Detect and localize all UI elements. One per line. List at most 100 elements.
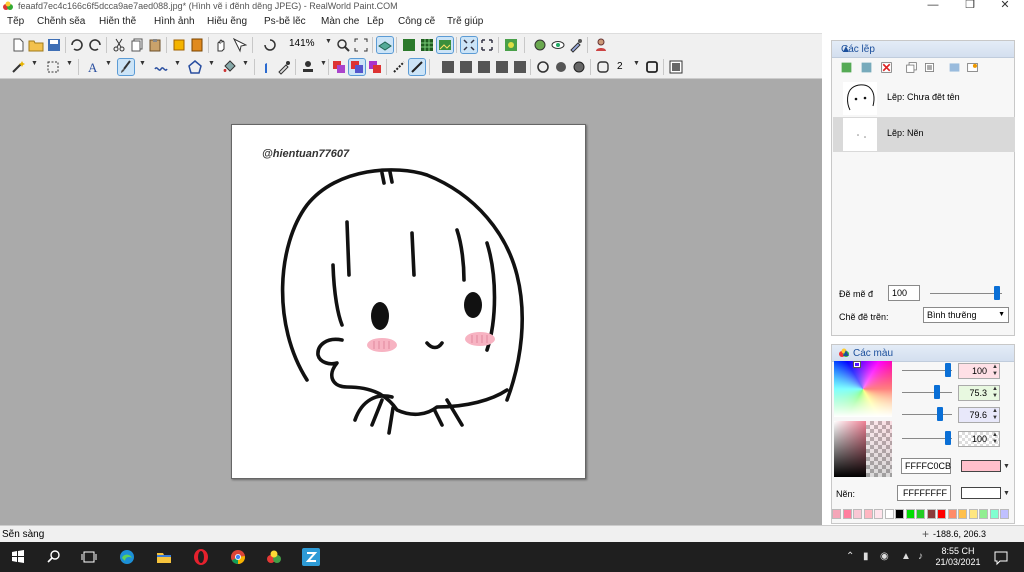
selection-corners-icon[interactable] xyxy=(460,36,478,54)
palette-swatch[interactable] xyxy=(874,509,883,519)
value-slider-2-thumb[interactable] xyxy=(934,385,940,399)
brush-tool-icon[interactable] xyxy=(117,58,135,76)
menu-layer[interactable]: Lẽp xyxy=(367,16,384,27)
resize-icon[interactable] xyxy=(189,37,205,53)
move-layer-icon[interactable] xyxy=(948,61,961,74)
value-slider-3-thumb[interactable] xyxy=(937,407,943,421)
battery-icon[interactable]: ▮ xyxy=(863,551,869,562)
layer-row[interactable]: Lẽp: Chưa đẽt tên xyxy=(833,81,1015,116)
shape-outline-icon[interactable] xyxy=(535,59,551,75)
system-clock[interactable]: 8:55 CH 21/03/2021 xyxy=(935,546,981,568)
close-icon[interactable]: ✕ xyxy=(990,0,1020,11)
zoom-in-icon[interactable] xyxy=(335,37,351,53)
value-slider-2[interactable] xyxy=(902,392,952,393)
eyedropper-icon[interactable] xyxy=(276,59,292,75)
blend-screen-icon[interactable] xyxy=(367,59,383,75)
palette-swatch[interactable] xyxy=(853,509,862,519)
collapse-icon[interactable]: ▲ xyxy=(841,44,1008,55)
fit-window-icon[interactable] xyxy=(353,37,369,53)
squiggle-tool-icon[interactable] xyxy=(153,59,169,75)
palette-swatch[interactable] xyxy=(895,509,904,519)
layer-row[interactable]: Lẽp: Nẽn xyxy=(833,117,1015,152)
menu-file[interactable]: Tẽp xyxy=(7,16,24,27)
opera-browser-icon[interactable] xyxy=(192,548,210,566)
palette-swatch[interactable] xyxy=(947,509,957,519)
blend-multiply-icon[interactable] xyxy=(348,58,366,76)
crop-icon[interactable] xyxy=(171,37,187,53)
brush-shape-3-icon[interactable] xyxy=(476,59,492,75)
fill-dropdown-icon[interactable]: ▼ xyxy=(242,60,249,67)
layers-toggle-icon[interactable] xyxy=(376,36,394,54)
value-input-4[interactable]: 100 ▲ ▼ xyxy=(958,431,1000,447)
palette-swatch[interactable] xyxy=(958,509,967,519)
text-dropdown-icon[interactable]: ▼ xyxy=(105,60,112,67)
minimize-icon[interactable]: — xyxy=(918,0,948,11)
notification-icon[interactable] xyxy=(992,548,1010,566)
magic-wand-icon[interactable] xyxy=(10,59,26,75)
squiggle-dropdown-icon[interactable]: ▼ xyxy=(174,60,181,67)
pipette-icon[interactable] xyxy=(568,37,584,53)
new-file-icon[interactable] xyxy=(10,37,26,53)
blend-mode-select[interactable]: Bình thưẽng ▼ xyxy=(923,307,1009,323)
wand-dropdown-icon[interactable]: ▼ xyxy=(31,60,38,67)
zoom-dropdown-icon[interactable]: ▼ xyxy=(325,38,332,45)
hue-wheel[interactable] xyxy=(834,361,892,417)
hue-wheel-marker[interactable] xyxy=(853,361,861,368)
open-folder-icon[interactable] xyxy=(28,37,44,53)
palette-swatch[interactable] xyxy=(884,509,894,519)
image-adjust-icon[interactable] xyxy=(503,37,519,53)
maximize-icon[interactable]: ❐ xyxy=(955,0,985,11)
rounded-rect-icon[interactable] xyxy=(595,59,611,75)
add-layer-icon[interactable] xyxy=(840,61,853,74)
file-explorer-icon[interactable] xyxy=(155,548,173,566)
merge-layer-icon[interactable] xyxy=(923,61,936,74)
options-icon[interactable] xyxy=(668,59,684,75)
shape-dropdown-icon[interactable]: ▼ xyxy=(208,60,215,67)
palette-swatch[interactable] xyxy=(968,509,978,519)
brush-shape-4-icon[interactable] xyxy=(494,59,510,75)
primary-hex-input[interactable]: FFFFC0CB xyxy=(901,458,951,474)
realworld-paint-taskbar-icon[interactable] xyxy=(265,548,283,566)
value-input-3[interactable]: 79.6 ▲ ▼ xyxy=(958,407,1000,423)
menu-image[interactable]: Hình ảnh xyxy=(154,16,195,27)
palette-swatch[interactable] xyxy=(926,509,936,519)
task-view-icon[interactable] xyxy=(80,548,98,566)
opacity-slider[interactable] xyxy=(930,293,1002,294)
search-icon[interactable] xyxy=(45,548,63,566)
palette-swatch[interactable] xyxy=(832,509,841,519)
value-slider-4-thumb[interactable] xyxy=(945,431,951,445)
select-dropdown-icon[interactable]: ▼ xyxy=(66,60,73,67)
opacity-input[interactable]: 100 xyxy=(888,285,920,301)
edge-browser-icon[interactable] xyxy=(118,548,136,566)
antialias-on-icon[interactable] xyxy=(408,58,426,76)
brush-shape-1-icon[interactable] xyxy=(440,59,456,75)
user-icon[interactable] xyxy=(593,37,609,53)
text-tool-icon[interactable]: A xyxy=(85,59,101,75)
menu-effects[interactable]: Hiẽu ẽng xyxy=(207,16,247,27)
menu-tools[interactable]: Công cẽ xyxy=(398,16,435,27)
menu-view[interactable]: Hiẽn thẽ xyxy=(99,16,136,27)
finger-tool-icon[interactable] xyxy=(258,59,274,75)
copy-icon[interactable] xyxy=(129,37,145,53)
fill-bucket-icon[interactable] xyxy=(221,59,237,75)
menu-edit[interactable]: Chẽnh sẽa xyxy=(37,16,85,27)
image-view-icon[interactable] xyxy=(436,36,454,54)
saturation-box[interactable] xyxy=(834,421,892,477)
chevron-down-icon[interactable]: ▼ xyxy=(1003,463,1010,470)
tray-expand-icon[interactable]: ⌃ xyxy=(846,551,854,562)
effects-icon[interactable] xyxy=(532,37,548,53)
value-input-1[interactable]: 100 ▲ ▼ xyxy=(958,363,1000,379)
windows-start-icon[interactable] xyxy=(9,548,27,566)
brush-dropdown-icon[interactable]: ▼ xyxy=(139,60,146,67)
zoom-level[interactable]: 141% xyxy=(289,38,315,49)
language-icon[interactable]: ◉ xyxy=(880,551,889,562)
volume-icon[interactable]: ♪ xyxy=(918,551,923,562)
save-icon[interactable] xyxy=(46,37,62,53)
palette-swatch[interactable] xyxy=(979,509,988,519)
shape-tool-icon[interactable] xyxy=(187,59,203,75)
paste-icon[interactable] xyxy=(147,37,163,53)
select-pointer-icon[interactable] xyxy=(231,37,247,53)
palette-swatch[interactable] xyxy=(916,509,925,519)
redo-icon[interactable] xyxy=(87,37,103,53)
rect-select-icon[interactable] xyxy=(45,59,61,75)
